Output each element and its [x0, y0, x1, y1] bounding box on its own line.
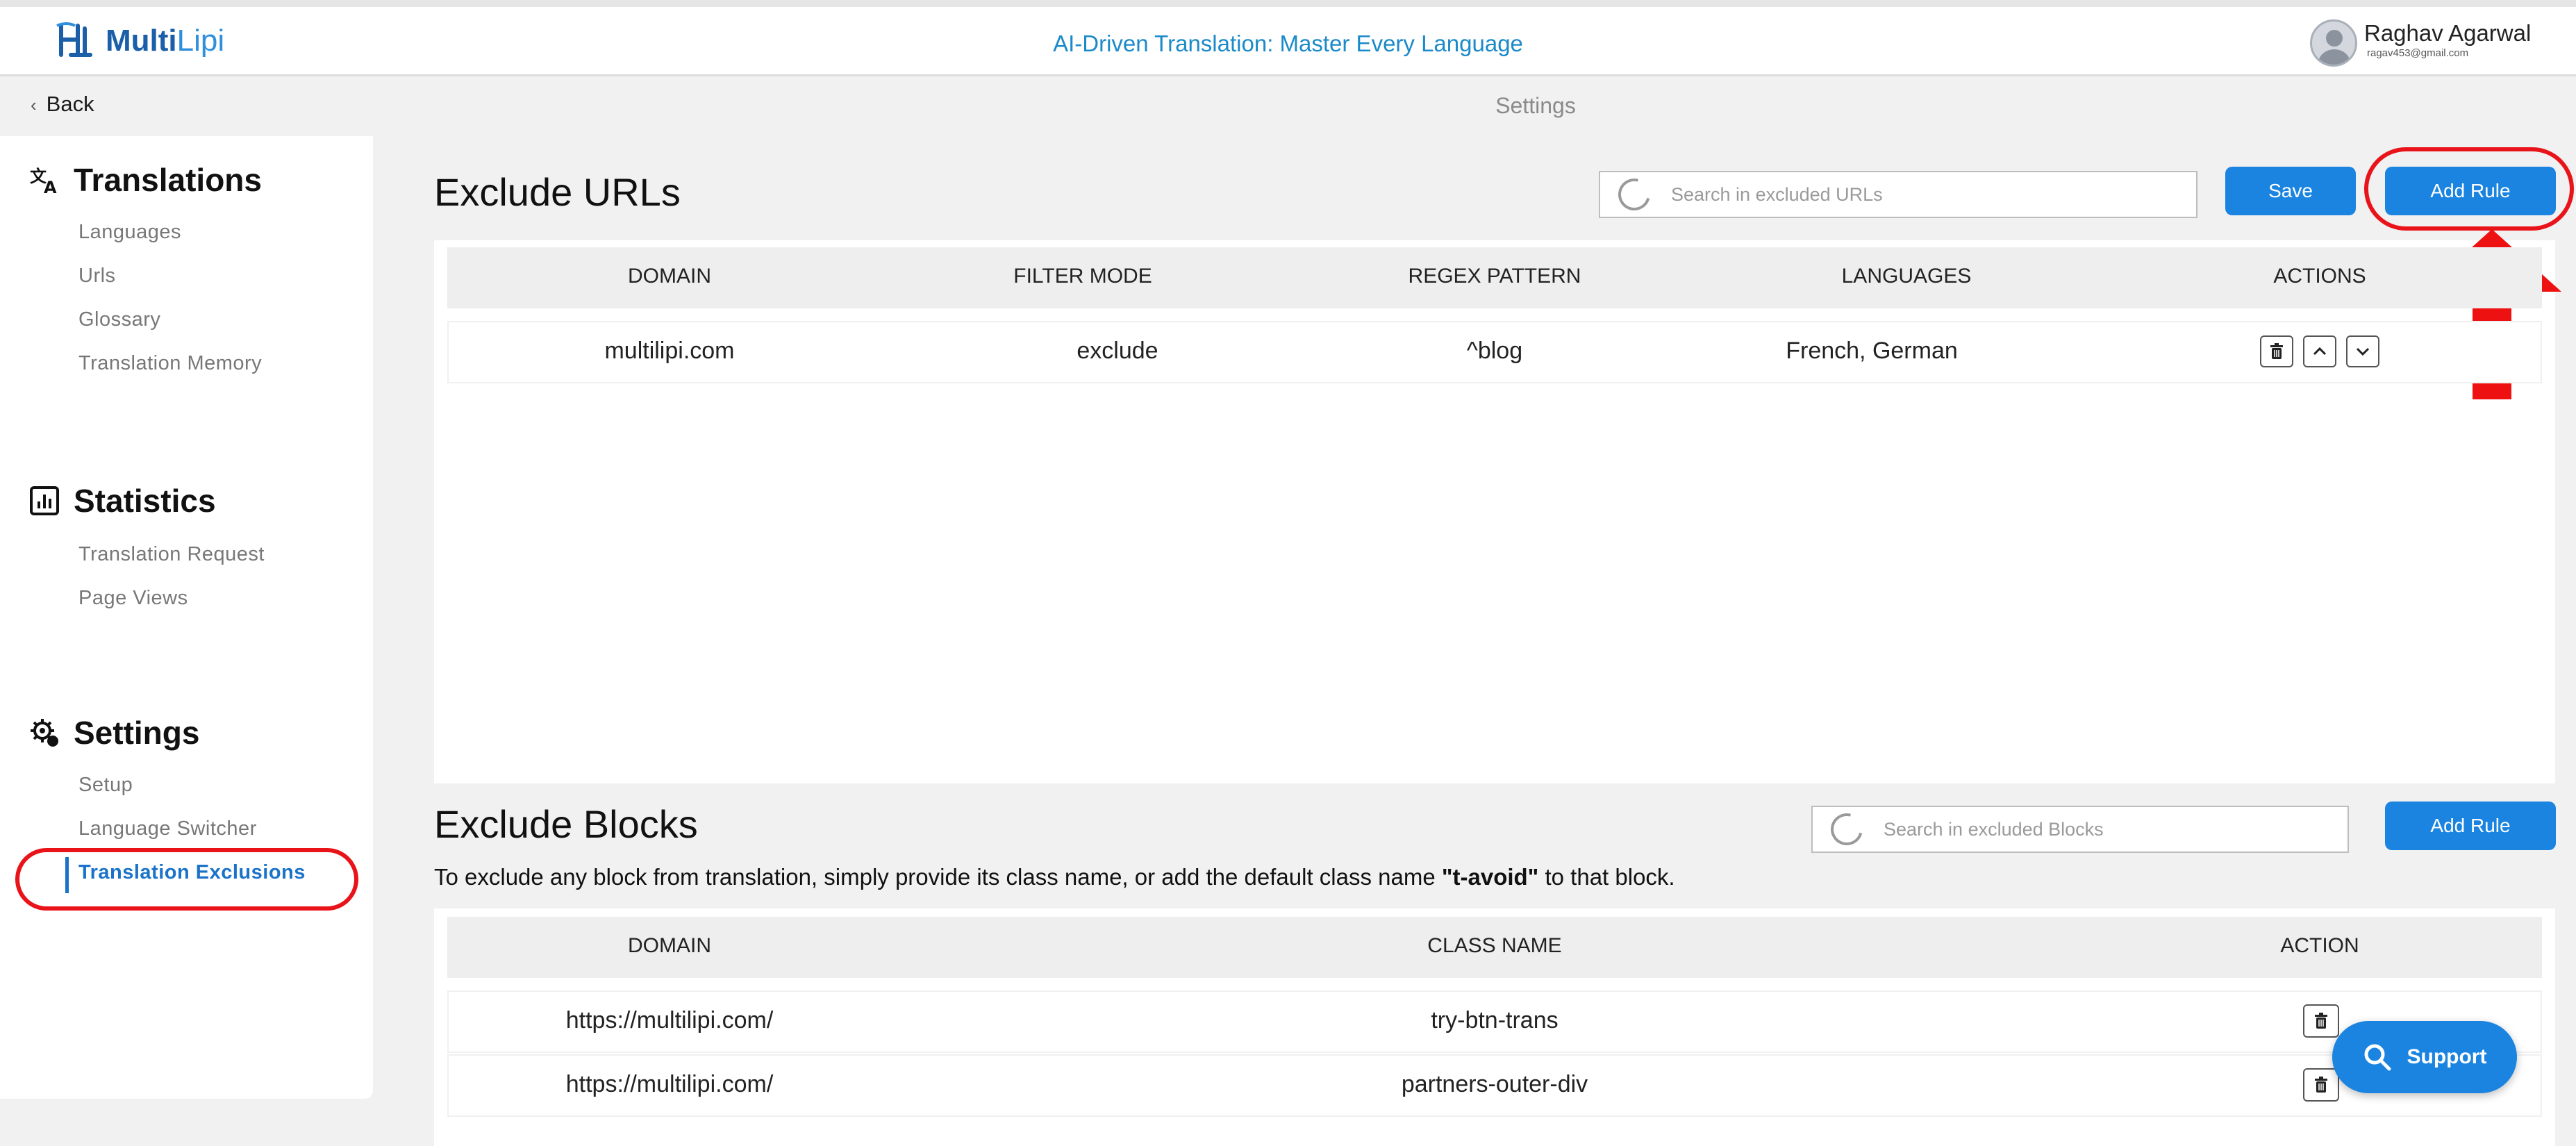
avatar: [2310, 19, 2357, 67]
sidebar-item-translation-memory[interactable]: Translation Memory: [78, 352, 262, 375]
sidebar-section-translations[interactable]: 文A Translations: [28, 161, 262, 199]
col-action: ACTION: [2280, 934, 2359, 957]
annotation-circle-add-rule: [2364, 147, 2574, 231]
cell-languages: French, German: [1786, 338, 1958, 364]
description-text: To exclude any block from translation, s…: [434, 864, 1442, 890]
chevron-up-icon: [2313, 347, 2327, 356]
app-header: MultiLipi AI-Driven Translation: Master …: [0, 7, 2576, 76]
cell-filter-mode: exclude: [1077, 338, 1158, 364]
search-placeholder: Search in excluded URLs: [1671, 183, 1883, 205]
translate-icon: 文A: [28, 163, 61, 197]
col-languages: LANGUAGES: [1841, 265, 1972, 288]
cell-domain: https://multilipi.com/: [565, 1007, 774, 1033]
col-domain: DOMAIN: [628, 265, 711, 288]
move-up-button[interactable]: [2303, 335, 2336, 367]
chevron-down-icon: [2356, 347, 2370, 356]
cell-class-name: try-btn-trans: [1431, 1007, 1559, 1033]
svg-text:A: A: [44, 178, 57, 196]
sidebar-section-settings[interactable]: Settings: [28, 714, 199, 751]
delete-block-button[interactable]: [2303, 1004, 2339, 1038]
add-block-rule-button[interactable]: Add Rule: [2385, 802, 2556, 850]
col-actions: ACTIONS: [2273, 265, 2366, 288]
search-placeholder: Search in excluded Blocks: [1884, 818, 2104, 840]
col-class-name: CLASS NAME: [1427, 934, 1562, 957]
trash-icon: [2315, 1077, 2327, 1093]
user-name: Raghav Agarwal: [2364, 20, 2532, 46]
search-excluded-blocks-input[interactable]: Search in excluded Blocks: [1811, 806, 2349, 853]
sidebar-section-statistics[interactable]: Statistics: [28, 482, 216, 520]
description-text-end: to that block.: [1538, 864, 1675, 890]
sidebar-item-translation-request[interactable]: Translation Request: [78, 543, 265, 566]
gear-icon: [28, 716, 61, 749]
col-filter-mode: FILTER MODE: [1013, 265, 1152, 288]
user-profile[interactable]: Raghav Agarwal ragav453@gmail.com: [2310, 19, 2531, 67]
sidebar-item-languages[interactable]: Languages: [78, 221, 181, 244]
exclude-blocks-title: Exclude Blocks: [434, 802, 698, 846]
top-strip: [0, 0, 2576, 7]
description-class-name: "t-avoid": [1441, 864, 1539, 890]
header-tagline: AI-Driven Translation: Master Every Lang…: [1053, 31, 1523, 56]
col-domain: DOMAIN: [628, 934, 711, 957]
move-down-button[interactable]: [2346, 335, 2379, 367]
page-title-text: Settings: [1495, 93, 1576, 118]
cell-regex: ^blog: [1466, 338, 1523, 364]
search-excluded-urls-input[interactable]: Search in excluded URLs: [1599, 171, 2197, 218]
support-label: Support: [2407, 1045, 2487, 1068]
sidebar: [0, 136, 373, 1099]
exclude-blocks-description: To exclude any block from translation, s…: [434, 864, 1675, 890]
exclude-urls-title: Exclude URLs: [434, 170, 681, 214]
bar-chart-icon: [28, 484, 61, 517]
sidebar-item-setup[interactable]: Setup: [78, 774, 133, 797]
save-button[interactable]: Save: [2225, 167, 2356, 215]
sidebar-section-title: Settings: [74, 715, 200, 751]
user-email: ragav453@gmail.com: [2367, 47, 2469, 59]
col-regex-pattern: REGEX PATTERN: [1408, 265, 1581, 288]
sidebar-item-urls[interactable]: Urls: [78, 265, 116, 288]
search-icon: [2364, 1044, 2391, 1071]
cell-domain: multilipi.com: [604, 338, 735, 364]
search-icon: [1825, 807, 1869, 852]
delete-block-button[interactable]: [2303, 1068, 2339, 1102]
trash-icon: [2315, 1013, 2327, 1029]
page-title: Settings: [0, 93, 2576, 119]
cell-domain: https://multilipi.com/: [565, 1071, 774, 1097]
sidebar-item-page-views[interactable]: Page Views: [78, 587, 188, 610]
sidebar-item-language-switcher[interactable]: Language Switcher: [78, 817, 257, 840]
annotation-circle-sidebar: [15, 848, 358, 911]
sidebar-item-glossary[interactable]: Glossary: [78, 308, 160, 331]
support-button[interactable]: Support: [2332, 1021, 2517, 1093]
sidebar-section-title: Translations: [74, 162, 262, 198]
sidebar-section-title: Statistics: [74, 483, 216, 519]
delete-rule-button[interactable]: [2260, 335, 2293, 367]
cell-class-name: partners-outer-div: [1401, 1071, 1588, 1097]
trash-icon: [2270, 343, 2283, 359]
search-icon: [1612, 172, 1656, 217]
